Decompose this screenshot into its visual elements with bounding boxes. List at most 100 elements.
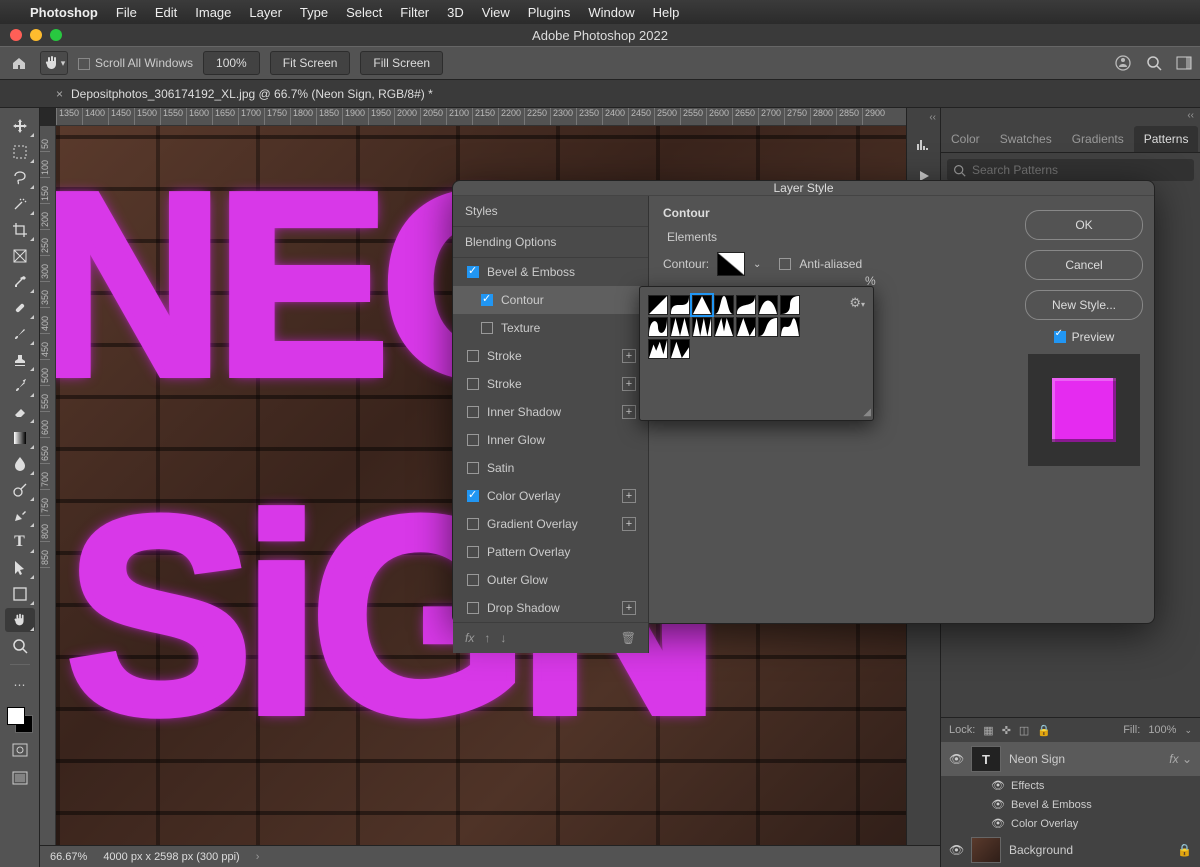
move-up-icon[interactable]: ↑ [484,631,490,645]
contour-preset-7[interactable] [648,317,668,337]
resize-handle-icon[interactable]: ◢ [863,407,871,418]
contour-preset-8[interactable] [670,317,690,337]
tab-color[interactable]: Color [941,126,990,152]
contour-preset-5[interactable] [758,295,778,315]
style-texture[interactable]: Texture [453,314,648,342]
history-brush-tool-icon[interactable] [5,374,35,398]
lock-all-icon[interactable]: 🔒 [1037,724,1051,737]
style-drop-shadow[interactable]: Drop Shadow+ [453,594,648,622]
eraser-tool-icon[interactable] [5,400,35,424]
checkbox-icon[interactable] [467,462,479,474]
new-style-button[interactable]: New Style... [1025,290,1143,320]
anti-aliased-checkbox[interactable] [779,258,791,270]
lock-artboard-icon[interactable]: ◫ [1019,724,1029,737]
checkbox-icon[interactable] [467,574,479,586]
contour-preset-13[interactable] [780,317,800,337]
marquee-tool-icon[interactable] [5,140,35,164]
contour-preset-3[interactable] [714,295,734,315]
contour-preset-2[interactable] [692,295,712,315]
eyedropper-tool-icon[interactable] [5,270,35,294]
menu-help[interactable]: Help [653,5,680,20]
styles-header[interactable]: Styles [453,196,648,226]
tab-patterns[interactable]: Patterns [1134,126,1199,152]
layer-background[interactable]: 👁 Background 🔒 [941,833,1200,867]
frame-tool-icon[interactable] [5,244,35,268]
checkbox-icon[interactable] [481,294,493,306]
style-stroke[interactable]: Stroke+ [453,370,648,398]
checkbox-icon[interactable] [467,266,479,278]
contour-preset-1[interactable] [670,295,690,315]
style-pattern-overlay[interactable]: Pattern Overlay [453,538,648,566]
gear-icon[interactable]: ⚙▾ [849,295,865,311]
stamp-tool-icon[interactable] [5,348,35,372]
cancel-button[interactable]: Cancel [1025,250,1143,280]
checkbox-icon[interactable] [467,434,479,446]
contour-preset-6[interactable] [780,295,800,315]
add-icon[interactable]: + [622,489,636,503]
lasso-tool-icon[interactable] [5,166,35,190]
checkbox-icon[interactable] [467,406,479,418]
add-icon[interactable]: + [622,405,636,419]
app-name[interactable]: Photoshop [30,5,98,20]
menu-plugins[interactable]: Plugins [528,5,571,20]
lock-pixels-icon[interactable]: ▦ [983,724,993,737]
checkbox-icon[interactable] [467,378,479,390]
brush-tool-icon[interactable] [5,322,35,346]
menu-image[interactable]: Image [195,5,231,20]
hand-tool-icon[interactable]: ▾ [40,51,68,75]
status-dims[interactable]: 4000 px x 2598 px (300 ppi) [103,851,239,863]
add-icon[interactable]: + [622,377,636,391]
fx-badge[interactable]: fx ⌄ [1169,752,1192,766]
effects-row[interactable]: 👁Effects [941,776,1200,795]
status-zoom[interactable]: 66.67% [50,851,87,863]
menu-3d[interactable]: 3D [447,5,464,20]
contour-preset-4[interactable] [736,295,756,315]
contour-swatch[interactable] [717,252,745,276]
cloud-share-icon[interactable] [1114,54,1132,72]
contour-preset-10[interactable] [714,317,734,337]
add-icon[interactable]: + [622,517,636,531]
style-bevel-emboss[interactable]: Bevel & Emboss [453,258,648,286]
contour-preset-15[interactable] [670,339,690,359]
path-select-tool-icon[interactable] [5,556,35,580]
zoom-100-button[interactable]: 100% [203,51,260,75]
effect-bevel[interactable]: 👁Bevel & Emboss [941,795,1200,814]
add-icon[interactable]: + [622,349,636,363]
zoom-tool-icon[interactable] [5,634,35,658]
hand-tool-icon[interactable] [5,608,35,632]
search-patterns[interactable] [947,159,1194,181]
lock-position-icon[interactable]: ✜ [1002,724,1011,737]
healing-tool-icon[interactable] [5,296,35,320]
preview-checkbox[interactable]: ✓ [1054,331,1066,343]
ok-button[interactable]: OK [1025,210,1143,240]
menu-file[interactable]: File [116,5,137,20]
histogram-icon[interactable] [913,133,935,155]
color-swatches[interactable] [7,707,33,733]
dodge-tool-icon[interactable] [5,478,35,502]
contour-preset-11[interactable] [736,317,756,337]
chevron-right-icon[interactable]: › [256,851,260,863]
fill-screen-button[interactable]: Fill Screen [360,51,443,75]
checkbox-icon[interactable] [467,602,479,614]
checkbox-icon[interactable] [467,518,479,530]
move-down-icon[interactable]: ↓ [500,631,506,645]
contour-preset-9[interactable] [692,317,712,337]
shape-tool-icon[interactable] [5,582,35,606]
contour-preset-14[interactable] [648,339,668,359]
chevron-down-icon[interactable]: ⌄ [753,259,761,270]
menu-edit[interactable]: Edit [155,5,177,20]
effect-overlay[interactable]: 👁Color Overlay [941,814,1200,833]
checkbox-icon[interactable] [467,546,479,558]
edit-toolbar-icon[interactable]: ⋯ [5,673,35,697]
style-satin[interactable]: Satin [453,454,648,482]
document-tab[interactable]: × Depositphotos_306174192_XL.jpg @ 66.7%… [46,82,443,106]
fit-screen-button[interactable]: Fit Screen [270,51,351,75]
visibility-icon[interactable]: 👁 [949,843,963,857]
layer-neon-sign[interactable]: 👁 T Neon Sign fx ⌄ [941,742,1200,776]
menu-layer[interactable]: Layer [249,5,282,20]
contour-preset-0[interactable] [648,295,668,315]
move-tool-icon[interactable] [5,114,35,138]
close-tab-icon[interactable]: × [56,87,63,101]
search-input[interactable] [972,163,1188,177]
scroll-all-windows-checkbox[interactable]: Scroll All Windows [78,56,193,70]
